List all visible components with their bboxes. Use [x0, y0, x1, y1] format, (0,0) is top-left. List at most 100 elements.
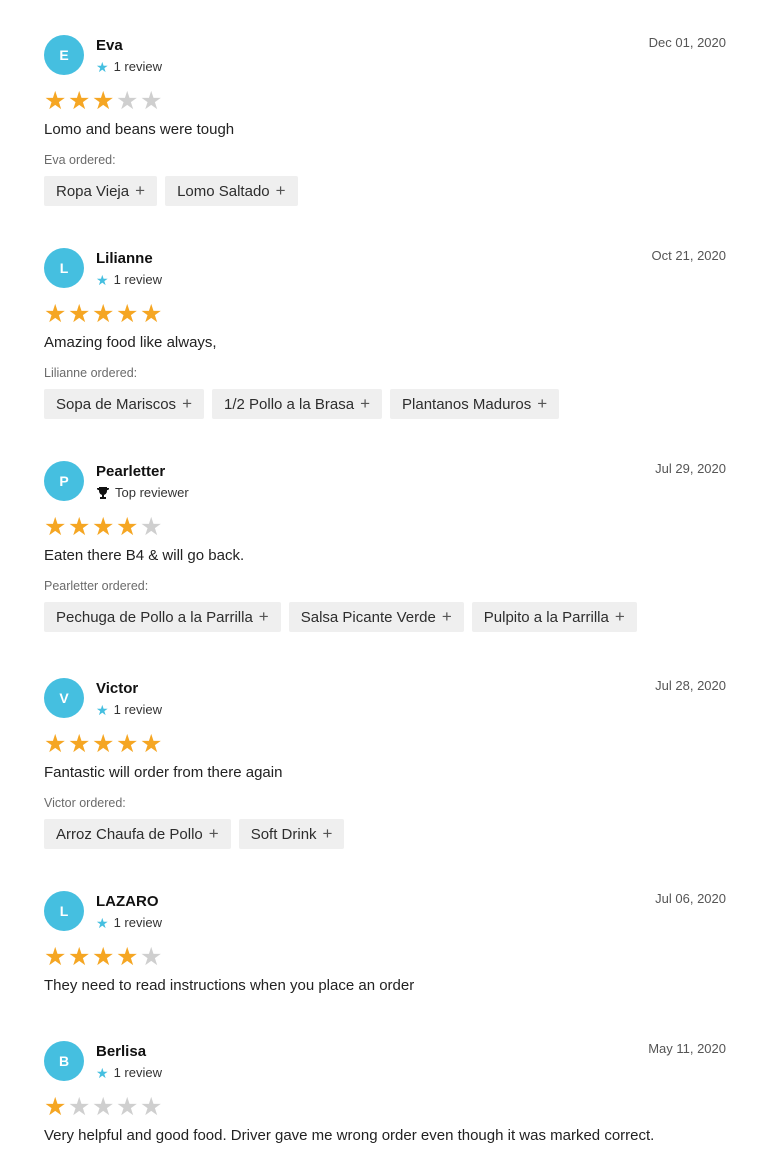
- menu-item-chip[interactable]: Plantanos Maduros +: [390, 389, 560, 419]
- star-rating: ★ ★ ★ ★ ★: [44, 515, 162, 540]
- filled-star-icon: ★: [92, 513, 115, 541]
- star-icon: ★: [96, 914, 109, 931]
- filled-star-icon: ★: [116, 730, 139, 758]
- menu-item-label: Ropa Vieja: [56, 182, 130, 200]
- empty-star-icon: ★: [92, 1093, 115, 1121]
- filled-star-icon: ★: [44, 87, 67, 115]
- review-text: Fantastic will order from there again: [44, 764, 283, 781]
- ordered-items: Sopa de Mariscos +1/2 Pollo a la Brasa + Pl…: [44, 389, 560, 419]
- reviewer-badge: ★ 1 review: [96, 1065, 162, 1080]
- avatar: B: [44, 1041, 84, 1081]
- menu-item-label: Plantanos Maduros: [402, 395, 532, 413]
- plus-icon[interactable]: +: [442, 607, 452, 627]
- filled-star-icon: ★: [44, 730, 67, 758]
- filled-star-icon: ★: [116, 300, 139, 328]
- plus-icon[interactable]: +: [135, 181, 145, 201]
- menu-item-chip[interactable]: Salsa Picante Verde +: [288, 602, 464, 632]
- badge-label: 1 review: [113, 915, 162, 930]
- star-rating: ★ ★ ★ ★ ★: [44, 732, 162, 757]
- menu-item-label: Lomo Saltado: [177, 182, 270, 200]
- menu-item-label: Salsa Picante Verde: [300, 608, 436, 626]
- star-rating: ★ ★ ★ ★ ★: [44, 302, 162, 327]
- reviewer-name: Eva: [96, 37, 123, 54]
- filled-star-icon: ★: [44, 943, 67, 971]
- menu-item-chip[interactable]: Pechuga de Pollo a la Parrilla +: [44, 602, 281, 632]
- reviewer-badge: ★ 1 review: [96, 59, 162, 74]
- empty-star-icon: ★: [116, 87, 139, 115]
- menu-item-chip[interactable]: Arroz Chaufa de Pollo +: [44, 819, 231, 849]
- filled-star-icon: ★: [140, 730, 163, 758]
- star-icon: ★: [96, 701, 109, 718]
- star-icon: ★: [96, 58, 109, 75]
- empty-star-icon: ★: [140, 513, 163, 541]
- plus-icon[interactable]: +: [182, 394, 192, 414]
- filled-star-icon: ★: [68, 87, 91, 115]
- reviewer-badge: Top reviewer: [96, 485, 189, 500]
- star-icon: ★: [96, 271, 109, 288]
- menu-item-chip[interactable]: Soft Drink +: [238, 819, 345, 849]
- reviewer-name: Pearletter: [96, 463, 166, 480]
- review-date: Jul 28, 2020: [655, 678, 726, 693]
- avatar: V: [44, 678, 84, 718]
- avatar: L: [44, 891, 84, 931]
- filled-star-icon: ★: [116, 513, 139, 541]
- trophy-icon: [96, 486, 110, 499]
- plus-icon[interactable]: +: [615, 607, 625, 627]
- empty-star-icon: ★: [116, 1093, 139, 1121]
- review-date: Jul 06, 2020: [655, 891, 726, 906]
- menu-item-label: Arroz Chaufa de Pollo: [56, 825, 203, 843]
- menu-item-chip[interactable]: Lomo Saltado +: [165, 176, 298, 206]
- reviewer-name: Victor: [96, 680, 139, 697]
- filled-star-icon: ★: [92, 730, 115, 758]
- ordered-label: Victor ordered:: [44, 796, 126, 810]
- menu-item-chip[interactable]: 1/2 Pollo a la Brasa +: [212, 389, 383, 419]
- filled-star-icon: ★: [44, 300, 67, 328]
- avatar: E: [44, 35, 84, 75]
- menu-item-label: Pechuga de Pollo a la Parrilla: [56, 608, 253, 626]
- filled-star-icon: ★: [44, 513, 67, 541]
- ordered-items: Ropa Vieja + Lomo Saltado +: [44, 176, 298, 206]
- filled-star-icon: ★: [140, 300, 163, 328]
- badge-label: 1 review: [113, 272, 162, 287]
- plus-icon[interactable]: +: [259, 607, 269, 627]
- reviewer-badge: ★ 1 review: [96, 272, 162, 287]
- review-date: Oct 21, 2020: [651, 248, 726, 263]
- review-date: Dec 01, 2020: [648, 35, 726, 50]
- review-text: They need to read instructions when you …: [44, 977, 415, 994]
- filled-star-icon: ★: [116, 943, 139, 971]
- menu-item-label: Sopa de Mariscos: [56, 395, 177, 413]
- filled-star-icon: ★: [92, 943, 115, 971]
- avatar: P: [44, 461, 84, 501]
- badge-label: 1 review: [113, 702, 162, 717]
- plus-icon[interactable]: +: [209, 824, 219, 844]
- review-date: May 11, 2020: [648, 1041, 726, 1056]
- empty-star-icon: ★: [140, 87, 163, 115]
- badge-label: 1 review: [113, 59, 162, 74]
- filled-star-icon: ★: [68, 730, 91, 758]
- ordered-items: Arroz Chaufa de Pollo + Soft Drink +: [44, 819, 345, 849]
- badge-label: Top reviewer: [115, 485, 189, 500]
- badge-label: 1 review: [113, 1065, 162, 1080]
- star-icon: ★: [96, 1064, 109, 1081]
- reviewer-name: Berlisa: [96, 1043, 147, 1060]
- reviewer-badge: ★ 1 review: [96, 702, 162, 717]
- empty-star-icon: ★: [140, 943, 163, 971]
- menu-item-label: Soft Drink: [250, 825, 317, 843]
- ordered-label: Pearletter ordered:: [44, 579, 149, 593]
- review-text: Amazing food like always,: [44, 334, 217, 351]
- empty-star-icon: ★: [140, 1093, 163, 1121]
- plus-icon[interactable]: +: [537, 394, 547, 414]
- menu-item-label: Pulpito a la Parrilla: [483, 608, 609, 626]
- reviewer-badge: ★ 1 review: [96, 915, 162, 930]
- menu-item-chip[interactable]: Ropa Vieja +: [44, 176, 158, 206]
- menu-item-chip[interactable]: Sopa de Mariscos +: [44, 389, 204, 419]
- plus-icon[interactable]: +: [360, 394, 370, 414]
- filled-star-icon: ★: [92, 87, 115, 115]
- star-rating: ★ ★ ★ ★ ★: [44, 945, 162, 970]
- plus-icon[interactable]: +: [276, 181, 286, 201]
- review-text: Lomo and beans were tough: [44, 121, 235, 138]
- avatar: L: [44, 248, 84, 288]
- empty-star-icon: ★: [68, 1093, 91, 1121]
- plus-icon[interactable]: +: [323, 824, 333, 844]
- menu-item-chip[interactable]: Pulpito a la Parrilla +: [471, 602, 637, 632]
